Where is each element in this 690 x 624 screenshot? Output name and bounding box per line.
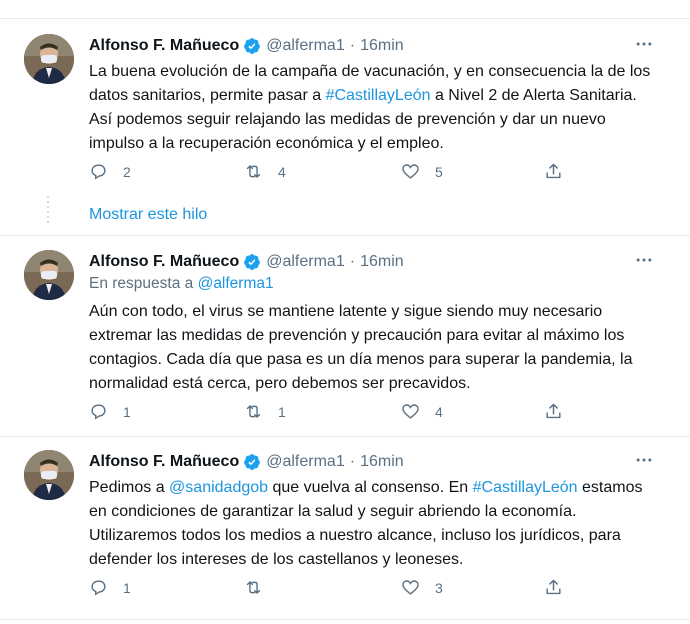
tweet-header: Alfonso F. Mañueco @alferma1 · 16min — [89, 450, 404, 474]
tweet-text: Aún con todo, el virus se mantiene laten… — [89, 303, 633, 392]
heart-icon — [402, 404, 419, 419]
tweet-divider — [0, 436, 690, 437]
mention-link[interactable]: @sanidadgob — [169, 479, 268, 496]
reply-button[interactable]: 2 — [89, 162, 131, 181]
reply-count: 1 — [123, 579, 131, 596]
reply-count: 2 — [123, 163, 131, 180]
verified-badge-icon — [243, 453, 261, 471]
share-button[interactable] — [544, 578, 578, 597]
share-icon — [546, 163, 561, 179]
like-button[interactable]: 5 — [401, 162, 443, 181]
tweet-2[interactable]: Alfonso F. Mañueco @alferma1 · 16min En … — [0, 250, 690, 420]
avatar[interactable] — [24, 250, 74, 300]
top-divider — [0, 18, 690, 19]
timestamp[interactable]: 16min — [360, 253, 404, 271]
hashtag-link[interactable]: #CastillayLeón — [326, 87, 431, 104]
reply-icon — [91, 164, 106, 180]
author-name[interactable]: Alfonso F. Mañueco — [89, 37, 239, 55]
like-button[interactable]: 3 — [401, 578, 443, 597]
like-count: 3 — [435, 579, 443, 596]
reply-handle-link[interactable]: @alferma1 — [198, 275, 274, 292]
timestamp[interactable]: 16min — [360, 37, 404, 55]
separator-dot: · — [349, 37, 356, 54]
text-segment: que vuelva al consenso. En — [268, 479, 473, 496]
tweet-actions: 2 4 5 — [89, 162, 569, 182]
reply-prefix: En respuesta a — [89, 275, 198, 292]
author-name[interactable]: Alfonso F. Mañueco — [89, 453, 239, 471]
reply-button[interactable]: 1 — [89, 578, 131, 597]
more-dots-icon[interactable] — [632, 250, 656, 274]
tweet-3[interactable]: Alfonso F. Mañueco @alferma1 · 16min Ped… — [0, 450, 690, 610]
text-segment: Pedimos a — [89, 479, 170, 496]
separator-dot: · — [349, 253, 356, 270]
thread-connector — [47, 196, 50, 226]
tweet-text: Pedimos a @sanidadgob que vuelva al cons… — [89, 476, 659, 572]
more-dots-icon[interactable] — [632, 450, 656, 474]
tweet-1[interactable]: Alfonso F. Mañueco @alferma1 · 16min La … — [0, 34, 690, 184]
author-name[interactable]: Alfonso F. Mañueco — [89, 253, 239, 271]
avatar[interactable] — [24, 34, 74, 84]
retweet-icon — [246, 405, 261, 418]
retweet-button[interactable]: 1 — [244, 402, 286, 421]
verified-badge-icon — [243, 37, 261, 55]
retweet-icon — [246, 165, 261, 178]
reply-count: 1 — [123, 403, 131, 420]
verified-badge-icon — [243, 253, 261, 271]
reply-button[interactable]: 1 — [89, 402, 131, 421]
tweet-actions: 1 1 4 — [89, 402, 569, 422]
tweet-header: Alfonso F. Mañueco @alferma1 · 16min — [89, 250, 404, 274]
tweet-header: Alfonso F. Mañueco @alferma1 · 16min — [89, 34, 404, 58]
reply-icon — [91, 404, 106, 420]
share-button[interactable] — [544, 162, 578, 181]
tweet-divider — [0, 235, 690, 236]
tweet-text: La buena evolución de la campaña de vacu… — [89, 60, 659, 156]
like-count: 5 — [435, 163, 443, 180]
like-button[interactable]: 4 — [401, 402, 443, 421]
reply-context: En respuesta a @alferma1 — [89, 275, 274, 293]
separator-dot: · — [349, 453, 356, 470]
avatar[interactable] — [24, 450, 74, 500]
tweet-actions: 1 3 — [89, 578, 569, 598]
bottom-divider — [0, 619, 690, 620]
retweet-count: 4 — [278, 163, 286, 180]
retweet-button[interactable]: 4 — [244, 162, 286, 181]
like-count: 4 — [435, 403, 443, 420]
retweet-icon — [246, 581, 261, 594]
heart-icon — [402, 164, 419, 179]
retweet-button[interactable] — [244, 578, 278, 597]
more-dots-icon[interactable] — [632, 34, 656, 58]
share-button[interactable] — [544, 402, 578, 421]
author-handle[interactable]: @alferma1 — [266, 253, 345, 271]
retweet-count: 1 — [278, 403, 286, 420]
heart-icon — [402, 580, 419, 595]
show-thread-link[interactable]: Mostrar este hilo — [89, 206, 207, 224]
share-icon — [546, 579, 561, 595]
reply-icon — [91, 580, 106, 596]
share-icon — [546, 403, 561, 419]
timestamp[interactable]: 16min — [360, 453, 404, 471]
hashtag-link[interactable]: #CastillayLeón — [473, 479, 578, 496]
author-handle[interactable]: @alferma1 — [266, 37, 345, 55]
author-handle[interactable]: @alferma1 — [266, 453, 345, 471]
